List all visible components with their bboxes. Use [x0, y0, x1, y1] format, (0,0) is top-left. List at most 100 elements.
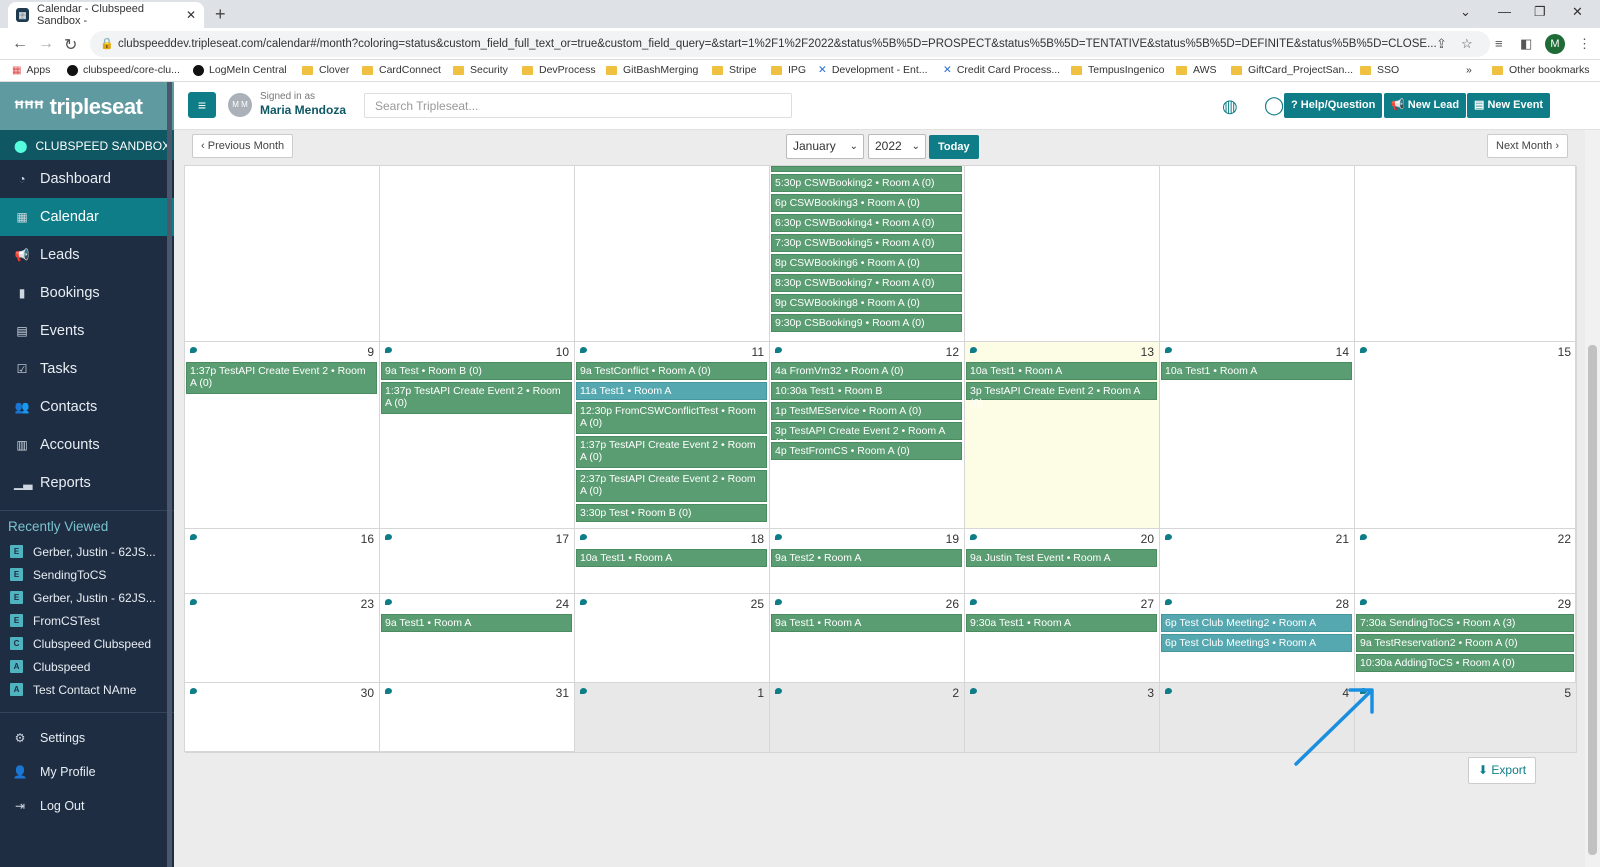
comment-icon[interactable] [580, 599, 587, 605]
comment-icon[interactable] [1165, 534, 1172, 540]
previous-month-button[interactable]: ‹ Previous Month [192, 134, 294, 158]
calendar-day-cell[interactable]: 21 [1160, 529, 1355, 594]
calendar-event[interactable]: 9:30p CSBooking9 • Room A (0) [771, 314, 962, 332]
url-field[interactable]: 🔒 clubspeeddev.tripleseat.com/calendar#/… [90, 31, 1490, 57]
share-icon[interactable]: ⇪ [1436, 36, 1447, 52]
comment-icon[interactable] [385, 688, 392, 694]
calendar-day-cell[interactable]: 30 [185, 683, 380, 753]
bookmark-github[interactable]: clubspeed/core-clu... [67, 64, 180, 76]
minimize-icon[interactable]: — [1498, 4, 1511, 19]
sidebar-item-calendar[interactable]: ▦ Calendar [0, 198, 174, 236]
day-number[interactable]: 25 [751, 597, 764, 611]
side-panel-icon[interactable]: ◧ [1520, 36, 1532, 52]
calendar-day-cell[interactable]: 11 9a TestConflict • Room A (0) 11a Test1 … [575, 342, 770, 529]
next-month-button[interactable]: Next Month › [1487, 134, 1568, 158]
comment-icon[interactable] [970, 599, 977, 605]
day-number[interactable]: 30 [361, 686, 374, 700]
menu-toggle-button[interactable]: ≡ [188, 92, 216, 118]
comment-icon[interactable] [190, 534, 197, 540]
globe-icon[interactable]: ◍ [1222, 96, 1238, 117]
recently-viewed-item[interactable]: A Clubspeed [0, 655, 174, 678]
comment-icon[interactable] [190, 347, 197, 353]
comment-icon[interactable] [1165, 599, 1172, 605]
calendar-day-cell[interactable]: 26 9a Test1 • Room A [770, 594, 965, 683]
forward-icon[interactable]: → [38, 35, 54, 53]
day-number[interactable]: 13 [1141, 345, 1154, 359]
calendar-day-cell[interactable]: 18 10a Test1 • Room A [575, 529, 770, 594]
bookmark-folder[interactable]: CardConnect [362, 64, 441, 76]
day-number[interactable]: 21 [1336, 532, 1349, 546]
sidebar-item-bookings[interactable]: ▮ Bookings [0, 274, 174, 312]
search-input[interactable]: Search Tripleseat... [364, 93, 792, 118]
today-button[interactable]: Today [929, 135, 979, 159]
calendar-event[interactable]: 6p Test Club Meeting3 • Room A [1161, 634, 1352, 652]
comment-icon[interactable] [775, 599, 782, 605]
sidebar-item-log-out[interactable]: ⇥ Log Out [0, 789, 174, 823]
bookmark-folder[interactable]: IPG [771, 64, 806, 76]
calendar-event[interactable]: 1:37p TestAPI Create Event 2 • Room A (0… [381, 382, 572, 414]
day-number[interactable]: 29 [1558, 597, 1571, 611]
sidebar-item-dashboard[interactable]: ◔ Dashboard [0, 160, 174, 198]
calendar-event[interactable]: 12:30p FromCSWConflictTest • Room A (0) [576, 402, 767, 434]
comment-icon[interactable] [580, 534, 587, 540]
sidebar-item-settings[interactable]: ⚙ Settings [0, 721, 174, 755]
sidebar-scrollbar[interactable] [167, 82, 172, 867]
sidebar-item-tasks[interactable]: ☑ Tasks [0, 350, 174, 388]
comment-icon[interactable] [1360, 534, 1367, 540]
day-number[interactable]: 10 [556, 345, 569, 359]
page-scrollbar[interactable] [1585, 130, 1600, 867]
calendar-event[interactable]: 11a Test1 • Room A [576, 382, 767, 400]
bookmark-folder[interactable]: GiftCard_ProjectSan... [1231, 64, 1353, 76]
calendar-event[interactable]: 8p CSWBooking6 • Room A (0) [771, 254, 962, 272]
day-number[interactable]: 22 [1558, 532, 1571, 546]
calendar-day-cell[interactable]: 5:30p CSWBooking2 • Room A (0) 6p CSWBook… [770, 166, 965, 342]
day-number[interactable]: 20 [1141, 532, 1154, 546]
comment-icon[interactable] [775, 347, 782, 353]
scrollbar-thumb[interactable] [1588, 345, 1597, 855]
sidebar-item-leads[interactable]: 📢 Leads [0, 236, 174, 274]
recently-viewed-item[interactable]: E Gerber, Justin - 62JS... [0, 540, 174, 563]
calendar-event[interactable]: 3p TestAPI Create Event 2 • Room A (0) [771, 422, 962, 449]
calendar-event[interactable]: 10a Test1 • Room A [1161, 362, 1352, 380]
bookmark-logmein[interactable]: LogMeIn Central [193, 64, 287, 76]
profile-avatar[interactable]: M [1545, 34, 1565, 54]
bookmark-star-icon[interactable]: ☆ [1461, 36, 1473, 52]
day-number[interactable]: 24 [556, 597, 569, 611]
calendar-event-overflow[interactable] [771, 166, 962, 172]
day-number[interactable]: 14 [1336, 345, 1349, 359]
day-number[interactable]: 2 [952, 686, 959, 700]
calendar-event[interactable]: 3p TestAPI Create Event 2 • Room A (0) [966, 382, 1157, 409]
calendar-day-cell[interactable]: 5 [1355, 683, 1577, 753]
year-select[interactable]: 2022 ⌄ [868, 134, 926, 159]
comment-icon[interactable] [775, 534, 782, 540]
comment-icon[interactable] [775, 688, 782, 694]
comment-icon[interactable] [970, 688, 977, 694]
day-number[interactable]: 31 [556, 686, 569, 700]
calendar-event[interactable]: 4p TestFromCS • Room A (0) [771, 442, 962, 460]
day-number[interactable]: 19 [946, 532, 959, 546]
calendar-day-cell[interactable]: 12 4a FromVm32 • Room A (0) 10:30a Test1 •… [770, 342, 965, 529]
calendar-day-cell[interactable]: 23 [185, 594, 380, 683]
recently-viewed-item[interactable]: E FromCSTest [0, 609, 174, 632]
calendar-event[interactable]: 10:30a Test1 • Room B [771, 382, 962, 400]
calendar-day-cell[interactable]: 3 [965, 683, 1160, 753]
bookmark-folder[interactable]: AWS [1176, 64, 1217, 76]
month-select[interactable]: January ⌄ [786, 134, 864, 159]
comment-icon[interactable] [190, 688, 197, 694]
reload-icon[interactable]: ↻ [64, 35, 77, 55]
sidebar-item-my-profile[interactable]: 👤 My Profile [0, 755, 174, 789]
comment-icon[interactable] [385, 534, 392, 540]
calendar-event[interactable]: 1:37p TestAPI Create Event 2 • Room A (0… [186, 362, 377, 394]
calendar-day-cell[interactable]: 24 9a Test1 • Room A [380, 594, 575, 683]
calendar-event[interactable]: 2:37p TestAPI Create Event 2 • Room A (0… [576, 470, 767, 502]
tripleseat-logo[interactable]: ꟸꟸꟸ tripleseat [0, 82, 174, 130]
calendar-day-cell[interactable]: 14 10a Test1 • Room A [1160, 342, 1355, 529]
day-number[interactable]: 17 [556, 532, 569, 546]
comment-icon[interactable] [190, 599, 197, 605]
calendar-event[interactable]: 10a Test1 • Room A [576, 549, 767, 567]
calendar-day-cell[interactable]: 10 9a Test • Room B (0) 1:37p TestAPI Crea… [380, 342, 575, 529]
calendar-event[interactable]: 8:30p CSWBooking7 • Room A (0) [771, 274, 962, 292]
calendar-day-cell[interactable]: 28 6p Test Club Meeting2 • Room A 6p Test … [1160, 594, 1355, 683]
comment-icon[interactable] [580, 347, 587, 353]
day-number[interactable]: 11 [752, 345, 764, 359]
